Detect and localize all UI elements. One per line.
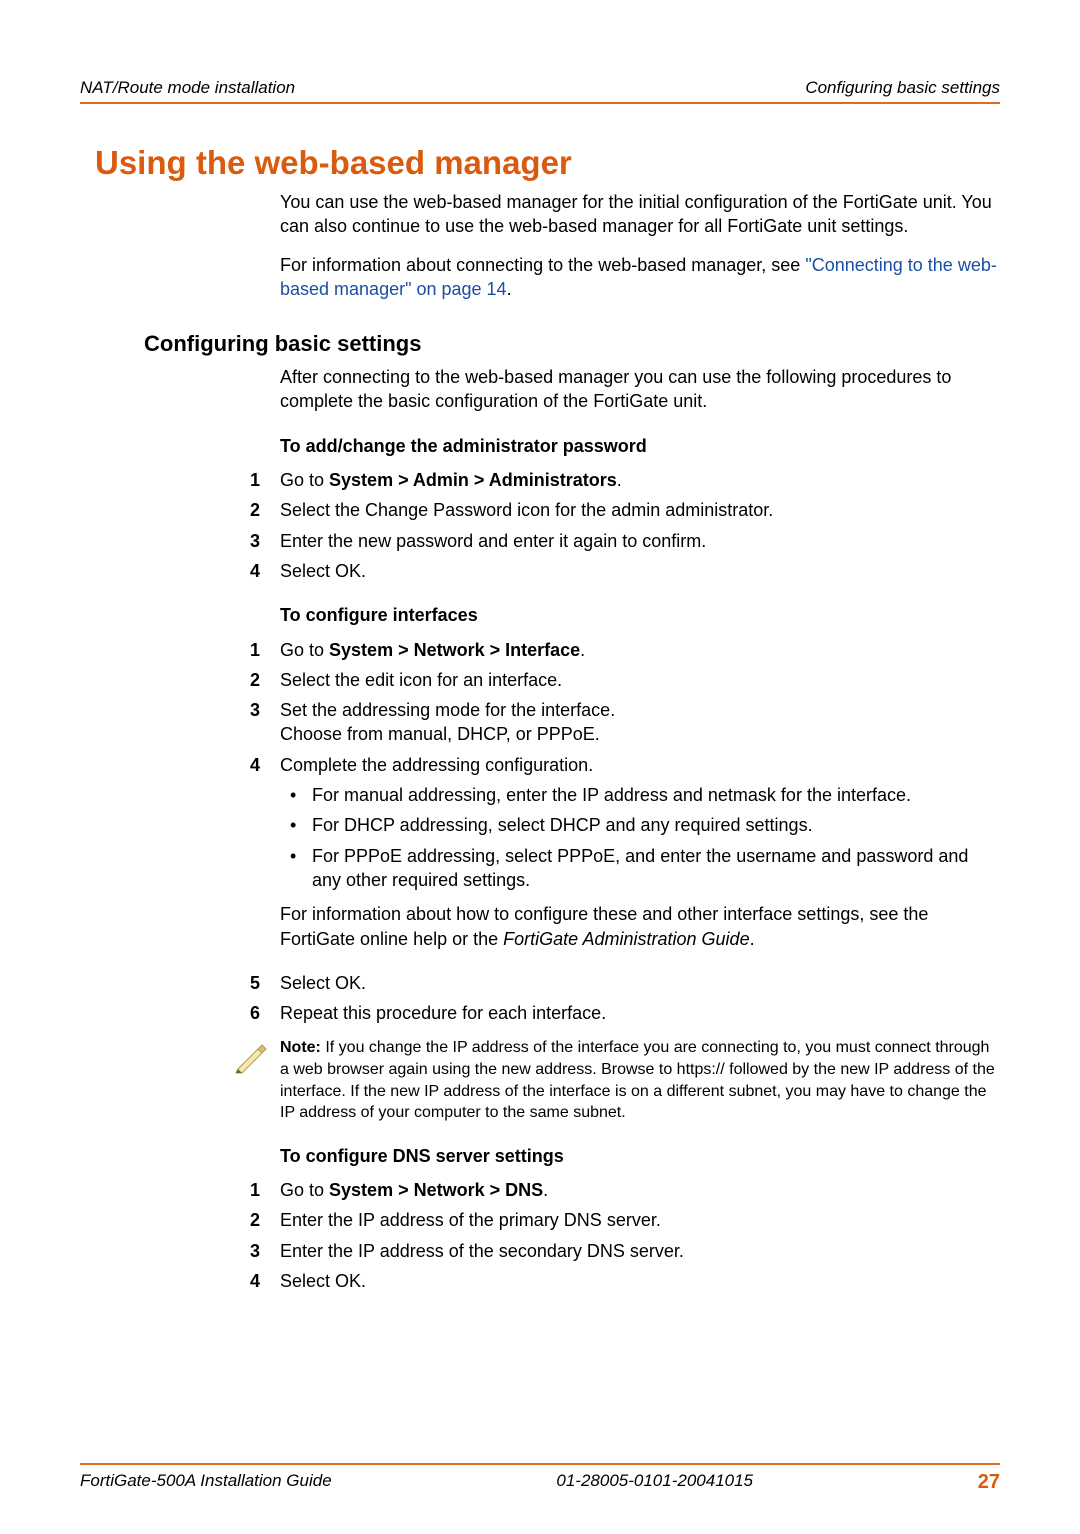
bullet-item: • For DHCP addressing, select DHCP and a… [290, 813, 1000, 837]
header-left: NAT/Route mode installation [80, 78, 295, 98]
step: 3 Enter the new password and enter it ag… [250, 529, 1000, 553]
text: Go to [280, 470, 329, 490]
procedure-title: To configure DNS server settings [280, 1144, 1000, 1168]
step: 4 Select OK. [250, 559, 1000, 583]
page-title: Using the web-based manager [95, 144, 1000, 182]
intro-p2-suffix: . [507, 279, 512, 299]
text: . [580, 640, 585, 660]
step: 3 Set the addressing mode for the interf… [250, 698, 1000, 747]
step-number: 6 [250, 1001, 280, 1025]
step-number: 4 [250, 1269, 280, 1293]
note-body: If you change the IP address of the inte… [280, 1039, 995, 1121]
step-number: 3 [250, 1239, 280, 1263]
step: 1 Go to System > Admin > Administrators. [250, 468, 1000, 492]
step: 4 Select OK. [250, 1269, 1000, 1293]
note-label: Note: [280, 1039, 325, 1056]
intro-p2-prefix: For information about connecting to the … [280, 255, 805, 275]
text: Go to [280, 1180, 329, 1200]
step: 5 Select OK. [250, 971, 1000, 995]
page-number: 27 [978, 1471, 1000, 1494]
step-number: 3 [250, 698, 280, 747]
step-text: Select the Change Password icon for the … [280, 498, 1000, 522]
step: 1 Go to System > Network > Interface. [250, 638, 1000, 662]
step-text: Repeat this procedure for each interface… [280, 1001, 1000, 1025]
step-text: Select OK. [280, 971, 1000, 995]
menu-path: System > Admin > Administrators [329, 470, 617, 490]
text: . [617, 470, 622, 490]
step-text: Enter the IP address of the primary DNS … [280, 1208, 1000, 1232]
note-text: Note: If you change the IP address of th… [280, 1037, 1000, 1123]
intro-p2: For information about connecting to the … [280, 253, 1000, 302]
bullet-icon: • [290, 844, 312, 893]
section-body: After connecting to the web-based manage… [280, 365, 1000, 1293]
step-text: Select OK. [280, 1269, 1000, 1293]
step: 6 Repeat this procedure for each interfa… [250, 1001, 1000, 1025]
text: Set the addressing mode for the interfac… [280, 700, 615, 720]
step: 2 Select the edit icon for an interface. [250, 668, 1000, 692]
step-text: Go to System > Network > Interface. [280, 638, 1000, 662]
step-text: Enter the IP address of the secondary DN… [280, 1239, 1000, 1263]
step-number: 1 [250, 1178, 280, 1202]
step-text: Select OK. [280, 559, 1000, 583]
step-text: Set the addressing mode for the interfac… [280, 698, 1000, 747]
note-icon [232, 1037, 280, 1081]
page-header: NAT/Route mode installation Configuring … [80, 78, 1000, 104]
step-text: Go to System > Network > DNS. [280, 1178, 1000, 1202]
step-number: 4 [250, 559, 280, 583]
note-block: Note: If you change the IP address of th… [232, 1037, 1000, 1123]
footer-left: FortiGate-500A Installation Guide [80, 1471, 332, 1494]
bullet-text: For manual addressing, enter the IP addr… [312, 783, 1000, 807]
step: 2 Select the Change Password icon for th… [250, 498, 1000, 522]
bullet-text: For PPPoE addressing, select PPPoE, and … [312, 844, 1000, 893]
step-text: Enter the new password and enter it agai… [280, 529, 1000, 553]
header-right: Configuring basic settings [805, 78, 1000, 98]
step-number: 2 [250, 498, 280, 522]
book-title: FortiGate Administration Guide [503, 929, 749, 949]
step-number: 1 [250, 638, 280, 662]
bullet-icon: • [290, 813, 312, 837]
step-number: 3 [250, 529, 280, 553]
step-number: 5 [250, 971, 280, 995]
step-note: For information about how to configure t… [280, 902, 1000, 951]
page-footer: FortiGate-500A Installation Guide 01-280… [80, 1463, 1000, 1494]
text: Complete the addressing configuration. [280, 755, 593, 775]
step-number: 2 [250, 668, 280, 692]
bullet-item: • For PPPoE addressing, select PPPoE, an… [290, 844, 1000, 893]
text: Go to [280, 640, 329, 660]
bullet-item: • For manual addressing, enter the IP ad… [290, 783, 1000, 807]
text: . [543, 1180, 548, 1200]
document-page: NAT/Route mode installation Configuring … [0, 0, 1080, 1534]
step-number: 4 [250, 753, 280, 965]
text: . [750, 929, 755, 949]
step-text: Complete the addressing configuration. •… [280, 753, 1000, 965]
text: Choose from manual, DHCP, or PPPoE. [280, 724, 600, 744]
step: 2 Enter the IP address of the primary DN… [250, 1208, 1000, 1232]
step: 3 Enter the IP address of the secondary … [250, 1239, 1000, 1263]
step-text: Select the edit icon for an interface. [280, 668, 1000, 692]
menu-path: System > Network > DNS [329, 1180, 543, 1200]
bullet-icon: • [290, 783, 312, 807]
step-number: 2 [250, 1208, 280, 1232]
section-heading: Configuring basic settings [144, 331, 1000, 357]
intro-block: You can use the web-based manager for th… [280, 190, 1000, 301]
step-text: Go to System > Admin > Administrators. [280, 468, 1000, 492]
step: 1 Go to System > Network > DNS. [250, 1178, 1000, 1202]
step-number: 1 [250, 468, 280, 492]
bullet-text: For DHCP addressing, select DHCP and any… [312, 813, 1000, 837]
footer-mid: 01-28005-0101-20041015 [556, 1471, 753, 1494]
procedure-title: To configure interfaces [280, 603, 1000, 627]
procedure-title: To add/change the administrator password [280, 434, 1000, 458]
menu-path: System > Network > Interface [329, 640, 580, 660]
section-intro: After connecting to the web-based manage… [280, 365, 1000, 414]
intro-p1: You can use the web-based manager for th… [280, 190, 1000, 239]
step: 4 Complete the addressing configuration.… [250, 753, 1000, 965]
